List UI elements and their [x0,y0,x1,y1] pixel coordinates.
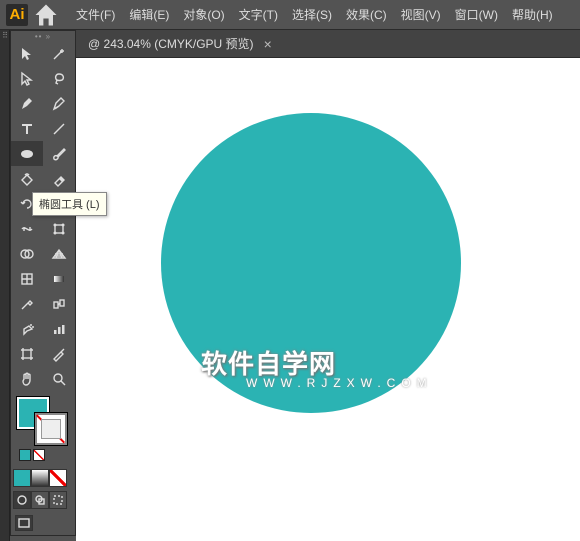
menu-window[interactable]: 窗口(W) [449,2,504,27]
app-logo: Ai [6,4,28,26]
menu-edit[interactable]: 编辑(E) [123,2,175,27]
menu-effect[interactable]: 效果(C) [340,2,393,27]
draw-behind[interactable] [31,491,49,509]
pen-tool[interactable] [11,91,43,116]
stroke-color-swatch[interactable] [35,413,67,445]
mini-swatch-1[interactable] [19,449,31,461]
eyedropper-tool[interactable] [11,291,43,316]
home-button[interactable] [32,4,60,26]
shape-builder-tool[interactable] [11,241,43,266]
symbol-sprayer-tool[interactable] [11,316,43,341]
toolbox-panel: •• » [10,30,76,536]
line-tool[interactable] [43,116,75,141]
column-graph-tool[interactable] [43,316,75,341]
document-tabbar: @ 243.04% (CMYK/GPU 预览) × [0,30,580,58]
width-tool[interactable] [11,216,43,241]
canvas-area[interactable]: 软件自学网 WWW.RJZXW.COM [76,58,580,541]
free-transform-tool[interactable] [43,216,75,241]
slice-tool[interactable] [43,341,75,366]
paintbrush-tool[interactable] [43,141,75,166]
menu-view[interactable]: 视图(V) [395,2,447,27]
draw-inside[interactable] [49,491,67,509]
main-menu: 文件(F) 编辑(E) 对象(O) 文字(T) 选择(S) 效果(C) 视图(V… [70,2,559,27]
watermark-url: WWW.RJZXW.COM [246,376,433,390]
titlebar: Ai 文件(F) 编辑(E) 对象(O) 文字(T) 选择(S) 效果(C) 视… [0,0,580,30]
color-mode-none[interactable] [49,469,67,487]
screen-mode-button[interactable] [15,515,33,531]
color-mode-gradient[interactable] [31,469,49,487]
menu-object[interactable]: 对象(O) [177,2,230,27]
gradient-tool[interactable] [43,266,75,291]
draw-normal[interactable] [13,491,31,509]
menu-select[interactable]: 选择(S) [286,2,338,27]
color-swatch-area [11,391,75,467]
mesh-tool[interactable] [11,266,43,291]
direct-selection-tool[interactable] [11,66,43,91]
document-tab[interactable]: @ 243.04% (CMYK/GPU 预览) × [78,30,282,57]
color-mode-row [11,467,75,489]
lasso-tool[interactable] [43,66,75,91]
magic-wand-tool[interactable] [43,41,75,66]
hand-tool[interactable] [11,366,43,391]
perspective-grid-tool[interactable] [43,241,75,266]
shaper-tool[interactable] [11,166,43,191]
curvature-tool[interactable] [43,91,75,116]
zoom-tool[interactable] [43,366,75,391]
tab-close-icon[interactable]: × [264,36,272,52]
panel-dock: ⠿ [0,30,10,541]
toolbox-grip[interactable]: •• » [11,31,75,41]
menu-help[interactable]: 帮助(H) [506,2,559,27]
menu-type[interactable]: 文字(T) [233,2,284,27]
color-mode-solid[interactable] [13,469,31,487]
dock-grip-icon[interactable]: ⠿ [0,30,10,40]
selection-tool[interactable] [11,41,43,66]
eraser-tool[interactable] [43,166,75,191]
type-tool[interactable] [11,116,43,141]
menu-file[interactable]: 文件(F) [70,2,121,27]
mini-swatch-2[interactable] [33,449,45,461]
blend-tool[interactable] [43,291,75,316]
artboard-tool[interactable] [11,341,43,366]
ellipse-tool[interactable] [11,141,43,166]
tool-tooltip: 椭圆工具 (L) [32,192,107,216]
draw-mode-row [11,489,75,511]
document-tab-title: @ 243.04% (CMYK/GPU 预览) [88,35,254,52]
screen-mode-row [11,511,75,535]
